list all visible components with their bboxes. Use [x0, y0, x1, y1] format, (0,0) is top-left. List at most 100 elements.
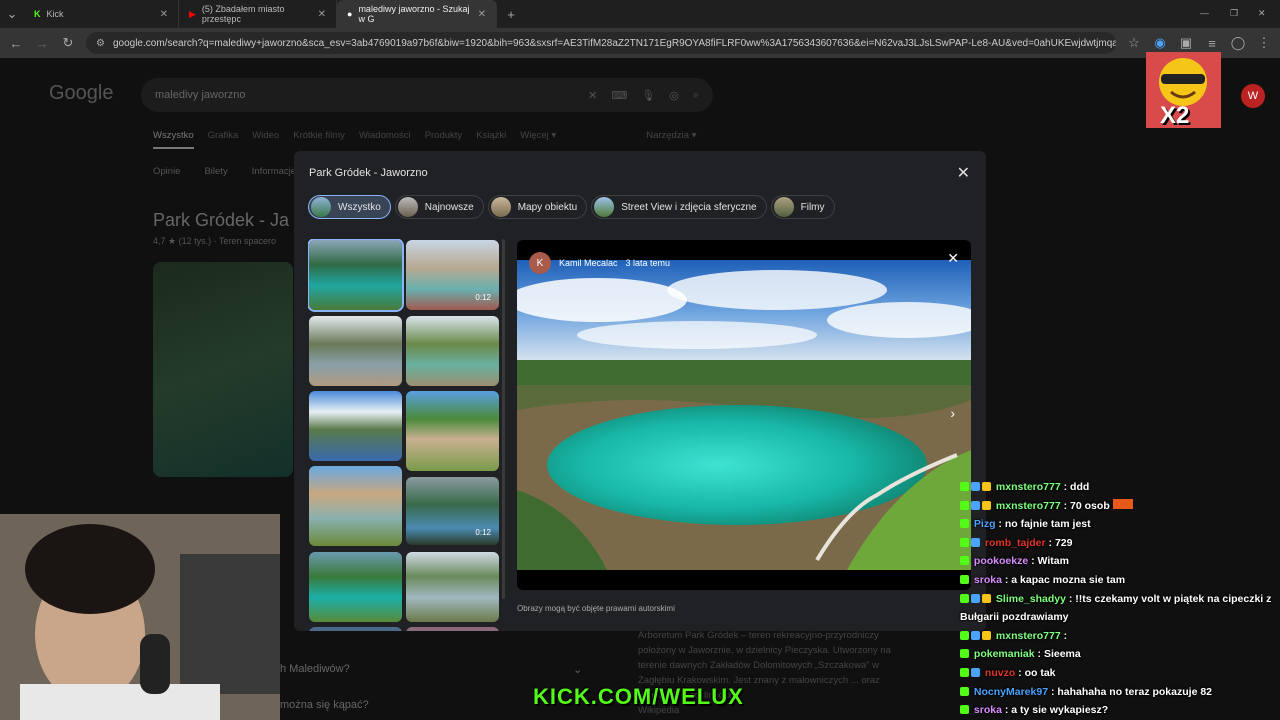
streamer-image [0, 514, 280, 720]
maximize-icon[interactable]: ❐ [1230, 8, 1238, 19]
photo-thumbnail[interactable] [406, 552, 499, 622]
reload-icon[interactable]: ↻ [60, 35, 76, 51]
sub-badge-icon [971, 500, 980, 510]
chip-videos[interactable]: Filmy [770, 195, 835, 219]
kick-badge-icon [960, 705, 969, 715]
chat-message: nuvzo : oo tak [960, 664, 1280, 683]
search-tabs: Wszystko Grafika Wideo Krótkie filmy Wia… [153, 130, 696, 149]
close-icon[interactable]: ✕ [947, 250, 959, 267]
close-tab-icon[interactable]: ✕ [478, 9, 486, 20]
photo-thumbnail[interactable] [309, 627, 402, 631]
tab-search-icon[interactable]: ⌄ [0, 6, 24, 22]
media-icon[interactable]: ≡ [1204, 36, 1220, 51]
microphone-icon[interactable]: 🎙 [641, 89, 655, 102]
photo-thumbnail[interactable] [309, 316, 402, 386]
forward-icon[interactable]: → [34, 36, 50, 51]
chat-message: mxnstero777 : [960, 627, 1280, 646]
tab-images[interactable]: Grafika [208, 130, 239, 149]
subtab-info[interactable]: Informacje [252, 166, 296, 177]
close-tab-icon[interactable]: ✕ [318, 9, 326, 20]
kick-badge-icon [960, 556, 969, 566]
site-info-icon[interactable]: ⚙ [96, 38, 105, 49]
clear-icon[interactable]: ✕ [588, 89, 597, 102]
chevron-down-icon[interactable]: ⌄ [573, 663, 582, 676]
address-bar[interactable]: ⚙ google.com/search?q=malediwy+jaworzno&… [86, 32, 1116, 54]
place-rating: 4,7 ★ (12 tys.) · Teren spacero [153, 236, 276, 246]
video-thumbnail[interactable]: 0:12 [406, 477, 499, 545]
chip-thumbnail [311, 197, 331, 217]
keyboard-icon[interactable]: ⌨ [611, 89, 627, 102]
close-window-icon[interactable]: ✕ [1258, 8, 1266, 19]
kick-badge-icon [960, 519, 969, 529]
tab-more[interactable]: Więcej ▾ [520, 130, 556, 149]
subtab-reviews[interactable]: Opinie [153, 166, 180, 177]
tab-google-search[interactable]: ● malediwy jaworzno - Szukaj w G ✕ [337, 0, 497, 28]
bookmark-star-icon[interactable]: ☆ [1126, 35, 1142, 51]
gift-badge-icon [982, 482, 991, 491]
tab-products[interactable]: Produkty [425, 130, 463, 149]
tab-books[interactable]: Książki [476, 130, 506, 149]
minimize-icon[interactable]: — [1200, 8, 1209, 18]
chip-thumbnail [594, 197, 615, 217]
photo-thumbnail[interactable] [406, 627, 499, 631]
place-photo[interactable] [153, 262, 293, 477]
tab-news[interactable]: Wiadomości [359, 130, 411, 149]
chevron-right-icon[interactable]: › [950, 405, 955, 421]
lens-icon[interactable]: ◎ [669, 89, 679, 102]
chip-object-maps[interactable]: Mapy obiektu [487, 195, 588, 219]
new-tab-icon[interactable]: + [497, 7, 525, 22]
close-tab-icon[interactable]: ✕ [160, 9, 168, 20]
chip-all[interactable]: Wszystko [308, 195, 391, 219]
kick-badge-icon [960, 630, 969, 640]
chat-message: sroka : a ty sie wykapiesz? [960, 701, 1280, 720]
chip-street-view[interactable]: Street View i zdjęcia sferyczne [591, 195, 767, 219]
chat-message: sroka : a kapac mozna sie tam [960, 571, 1280, 590]
photo-thumbnail[interactable] [406, 316, 499, 386]
copyright-notice: Obrazy mogą być objęte prawami autorskim… [517, 604, 675, 613]
subtab-tickets[interactable]: Bilety [204, 166, 227, 177]
chip-thumbnail [773, 197, 794, 217]
lake-landscape-image [517, 260, 971, 570]
place-subtabs: Opinie Bilety Informacje [153, 166, 296, 177]
puzzle-icon[interactable]: ▣ [1178, 35, 1194, 51]
youtube-icon: ▶ [189, 8, 196, 19]
close-icon[interactable]: ✕ [957, 163, 970, 183]
chip-newest[interactable]: Najnowsze [394, 195, 484, 219]
tools-button[interactable]: Narzędzia ▾ [646, 130, 696, 149]
menu-icon[interactable]: ⋮ [1256, 35, 1272, 51]
chat-message: romb_tajder : 729 [960, 534, 1280, 553]
search-icon[interactable]: ⌕ [693, 89, 699, 102]
faq-item[interactable]: h Malediwów? [280, 663, 350, 675]
kick-badge-icon [960, 667, 969, 677]
video-thumbnail[interactable]: 0:12 [406, 240, 499, 310]
gift-badge-icon [982, 593, 991, 603]
tab-video[interactable]: Wideo [252, 130, 279, 149]
chat-message: Slime_shadyy : !!ts czekamy volt w piąte… [960, 590, 1280, 609]
photo-author[interactable]: K Kamil Mecalac 3 lata temu [529, 252, 670, 274]
chat-message-continuation: Bułgarii pozdrawiamy [960, 611, 1069, 624]
tab-short-videos[interactable]: Krótkie filmy [293, 130, 345, 149]
photo-thumbnail[interactable] [406, 391, 499, 471]
photo-thumbnail[interactable] [309, 552, 402, 622]
grid-scrollbar[interactable] [502, 239, 505, 599]
emote-overlay: X2 [1146, 52, 1221, 129]
back-icon[interactable]: ← [8, 36, 24, 51]
faq-item[interactable]: można się kąpać? [280, 699, 369, 711]
chat-message: Pizg : no fajnie tam jest [960, 515, 1280, 534]
tab-youtube[interactable]: ▶ (5) Zbadałem miasto przestępc ✕ [179, 0, 337, 28]
kick-icon: K [34, 9, 41, 19]
photo-thumbnail[interactable] [309, 466, 402, 546]
main-photo[interactable] [517, 260, 971, 570]
photo-thumbnail[interactable] [309, 391, 402, 461]
browser-nav-bar: ← → ↻ ⚙ google.com/search?q=malediwy+jaw… [0, 28, 1280, 58]
tab-all[interactable]: Wszystko [153, 130, 194, 149]
sub-badge-icon [971, 630, 980, 640]
profile-avatar-icon[interactable]: W [1241, 84, 1265, 108]
extension-icon[interactable]: ◉ [1152, 35, 1168, 51]
search-input[interactable]: maledivy jaworzno ✕ ⌨ 🎙 ◎ ⌕ [141, 78, 713, 112]
photo-thumbnail[interactable] [308, 239, 404, 312]
webcam-overlay [0, 514, 280, 720]
tab-kick[interactable]: K Kick ✕ [24, 0, 179, 28]
profile-icon[interactable]: ◯ [1230, 35, 1246, 51]
google-logo[interactable]: Google [49, 82, 114, 105]
